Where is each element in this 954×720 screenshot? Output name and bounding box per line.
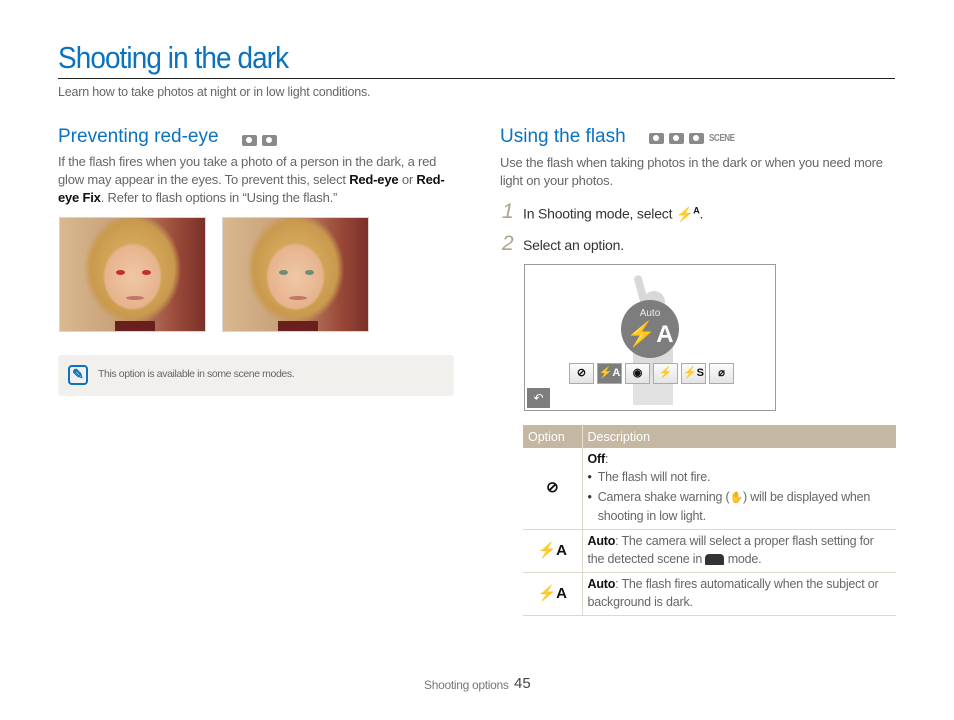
page-title: Shooting in the dark: [58, 40, 289, 75]
eye: [305, 270, 314, 275]
fill-in-flash-icon[interactable]: ⚡: [653, 363, 678, 384]
text: Camera shake warning (: [597, 490, 730, 504]
text: . Refer to flash options in “Using the f…: [100, 190, 338, 205]
dual-is-mode-icon: [262, 135, 277, 146]
step-2-text: Select an option.: [523, 237, 624, 253]
bullet-icon: •: [587, 490, 592, 504]
flash-options-row: ⊘ ⚡A ◉ ⚡ ⚡S ⌀: [569, 363, 734, 384]
step-1-text: In Shooting mode, select ⚡A.: [523, 205, 703, 223]
shirt: [278, 321, 318, 331]
red-eye-photo: [59, 217, 206, 332]
table-row: ⊘ Off: • The flash will not fire. • Camera…: [523, 448, 896, 530]
step-number: 1: [502, 200, 514, 223]
red-eye-mode-icons: [242, 135, 277, 146]
flash-auto-icon[interactable]: ⚡A: [597, 363, 622, 384]
table-header-row: Option Description: [523, 425, 896, 448]
text: : The flash fires automatically when the…: [587, 577, 879, 609]
mouth: [126, 296, 144, 300]
table-row: ⚡A Auto: The flash fires automatically w…: [523, 572, 896, 616]
program-mode-icon: [242, 135, 257, 146]
text: mode.: [724, 551, 762, 566]
dual-is-mode-icon: [689, 133, 704, 144]
step-number: 2: [502, 232, 514, 255]
flash-mode-icons: SCENE: [649, 133, 741, 144]
red-eye-description: If the flash fires when you take a photo…: [58, 153, 458, 207]
mouth: [289, 296, 307, 300]
column-header-option: Option: [523, 425, 583, 448]
flash-auto-icon: ⚡A: [626, 321, 674, 348]
option-name: Off: [587, 452, 606, 466]
list-item: • The flash will not fire.: [588, 469, 892, 487]
description-cell: Off: • The flash will not fire. • Camera s…: [582, 448, 896, 530]
flash-heading: Using the flash: [500, 126, 626, 147]
note-pencil-icon: ✎: [68, 365, 88, 385]
selected-option-label: Auto: [639, 308, 661, 319]
list-item: • Camera shake warning (✋) will be displa…: [588, 489, 892, 525]
table-row: ⚡A Auto: The camera will select a proper…: [523, 529, 896, 573]
option-name: Auto: [587, 577, 616, 591]
camera-screen: Auto ⚡A ⊘ ⚡A ◉ ⚡ ⚡S ⌀ ↶: [524, 264, 776, 411]
scene-mode-label: SCENE: [709, 133, 735, 144]
eye: [142, 270, 151, 275]
back-button[interactable]: ↶: [527, 388, 550, 408]
smart-flash-auto-icon: ⚡A: [523, 529, 583, 573]
red-eye-heading: Preventing red-eye: [58, 126, 219, 147]
flash-options-table: Option Description ⊘ Off: • The flash wil…: [523, 425, 896, 616]
red-eye-fix-icon[interactable]: ⌀: [709, 363, 734, 384]
eye: [279, 270, 288, 275]
note-text: This option is available in some scene m…: [98, 368, 295, 380]
slow-sync-icon[interactable]: ⚡S: [681, 363, 706, 384]
option-title: Off:: [587, 452, 609, 466]
title-divider: [58, 78, 895, 79]
text: In Shooting mode, select: [523, 205, 676, 222]
bullet-icon: •: [587, 469, 592, 484]
smart-auto-mode-icon: [649, 133, 664, 144]
note-box: ✎ This option is available in some scene…: [58, 355, 454, 396]
flash-off-icon[interactable]: ⊘: [569, 363, 594, 384]
bullet-text: Camera shake warning (✋) will be display…: [598, 489, 891, 525]
option-name: Auto: [587, 534, 616, 548]
column-header-description: Description: [582, 425, 896, 448]
shirt: [115, 321, 155, 331]
eye: [116, 270, 125, 275]
flash-intro: Use the flash when taking photos in the …: [500, 155, 883, 188]
smart-auto-mode-icon: [705, 553, 725, 565]
glyph: ⚡: [676, 205, 694, 222]
page-number: 45: [514, 675, 531, 692]
page-subtitle: Learn how to take photos at night or in …: [58, 85, 371, 99]
text: .: [699, 205, 704, 222]
description-cell: Auto: The flash fires automatically when…: [582, 572, 896, 616]
red-eye-icon[interactable]: ◉: [625, 363, 650, 384]
text: or: [398, 172, 417, 187]
selected-option-indicator: Auto ⚡A: [621, 300, 679, 358]
red-eye-option-name: Red-eye: [349, 172, 399, 187]
program-mode-icon: [669, 133, 684, 144]
flash-off-icon: ⊘: [523, 448, 583, 530]
camera-shake-warning-icon: ✋: [729, 492, 743, 504]
red-eye-fixed-photo: [222, 217, 369, 332]
flash-auto-icon: ⚡A: [523, 572, 583, 616]
footer-section-label: Shooting options: [424, 678, 509, 692]
description-cell: Auto: The camera will select a proper fl…: [582, 529, 896, 573]
bullet-text: The flash will not fire.: [597, 469, 711, 484]
flash-auto-icon: ⚡A: [676, 205, 700, 222]
